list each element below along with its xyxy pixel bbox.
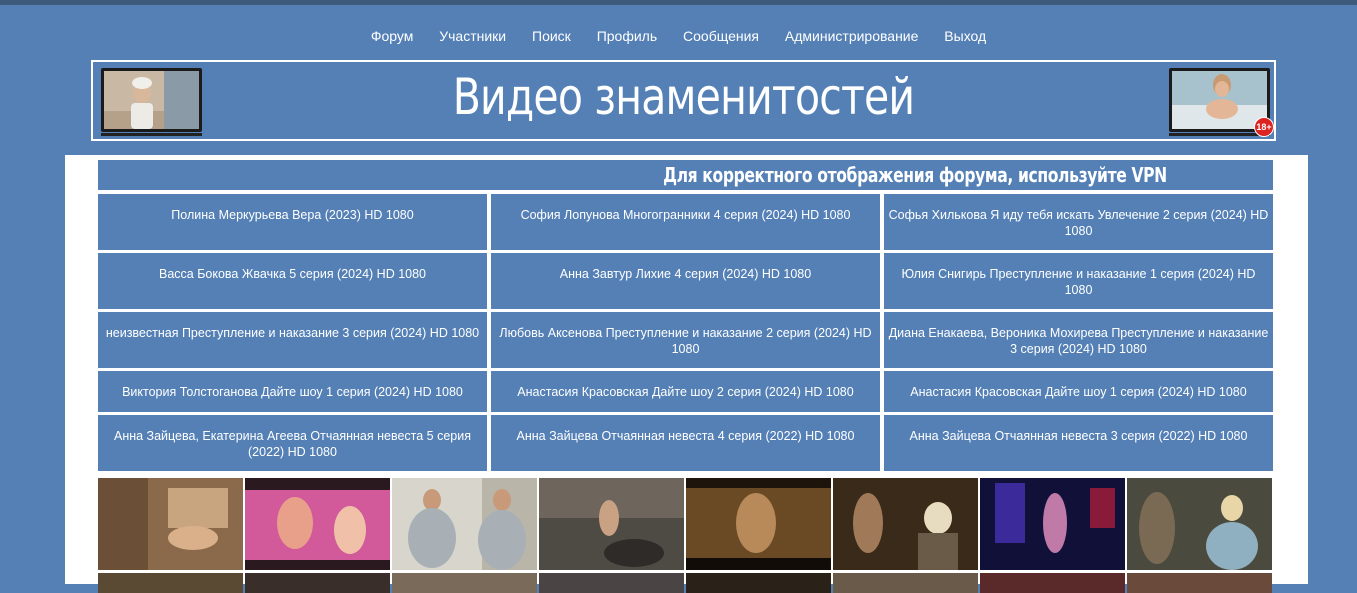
video-thumbnail[interactable] <box>392 573 537 593</box>
topic-link[interactable]: неизвестная Преступление и наказание 3 с… <box>98 312 487 368</box>
topic-link[interactable]: София Лопунова Многогранники 4 серия (20… <box>491 194 880 250</box>
content-area: Для корректного отображения форума, испо… <box>65 155 1308 593</box>
nav-profile[interactable]: Профиль <box>597 28 657 44</box>
video-thumbnail[interactable] <box>833 573 978 593</box>
video-thumbnail[interactable] <box>245 573 390 593</box>
video-thumbnail[interactable] <box>833 478 978 570</box>
video-thumbnail[interactable] <box>539 573 684 593</box>
video-thumbnail[interactable] <box>539 478 684 570</box>
topic-link[interactable]: Полина Меркурьева Вера (2023) HD 1080 <box>98 194 487 250</box>
video-thumbnail[interactable] <box>392 478 537 570</box>
nav-search[interactable]: Поиск <box>532 28 571 44</box>
topic-grid: Полина Меркурьева Вера (2023) HD 1080 Со… <box>98 194 1273 471</box>
site-banner[interactable]: Видео знаменитостей 18+ <box>91 60 1276 141</box>
topic-link[interactable]: Анастасия Красовская Дайте шоу 2 серия (… <box>491 371 880 412</box>
topic-link[interactable]: Анна Завтур Лихие 4 серия (2024) HD 1080 <box>491 253 880 309</box>
video-thumbnail[interactable] <box>1127 573 1272 593</box>
topic-link[interactable]: Анастасия Красовская Дайте шоу 1 серия (… <box>884 371 1273 412</box>
nav-forum[interactable]: Форум <box>371 28 414 44</box>
video-thumbnail[interactable] <box>686 478 831 570</box>
tv-image-left <box>101 68 202 138</box>
topic-link[interactable]: Васса Бокова Жвачка 5 серия (2024) HD 10… <box>98 253 487 309</box>
top-strip <box>0 0 1357 5</box>
nav-admin[interactable]: Администрирование <box>785 28 919 44</box>
main-nav: Форум Участники Поиск Профиль Сообщения … <box>0 28 1357 44</box>
nav-logout[interactable]: Выход <box>944 28 986 44</box>
age-rating-badge: 18+ <box>1254 117 1274 137</box>
video-thumbnail[interactable] <box>98 478 243 570</box>
banner-title: Видео знаменитостей <box>452 68 915 126</box>
vpn-notice: Для корректного отображения форума, испо… <box>663 163 1167 187</box>
tv-image-right: 18+ <box>1169 68 1274 138</box>
video-thumbnail[interactable] <box>1127 478 1272 570</box>
video-thumbnail[interactable] <box>980 573 1125 593</box>
topic-link[interactable]: Анна Зайцева Отчаянная невеста 4 серия (… <box>491 415 880 471</box>
topic-link[interactable]: Софья Хилькова Я иду тебя искать Увлечен… <box>884 194 1273 250</box>
topic-link[interactable]: Анна Зайцева, Екатерина Агеева Отчаянная… <box>98 415 487 471</box>
topic-link[interactable]: Юлия Снигирь Преступление и наказание 1 … <box>884 253 1273 309</box>
thumbnail-strip <box>98 478 1273 593</box>
topic-link[interactable]: Диана Енакаева, Вероника Мохирева Престу… <box>884 312 1273 368</box>
topic-link[interactable]: Любовь Аксенова Преступление и наказание… <box>491 312 880 368</box>
video-thumbnail[interactable] <box>980 478 1125 570</box>
video-thumbnail[interactable] <box>98 573 243 593</box>
video-thumbnail[interactable] <box>245 478 390 570</box>
topic-link[interactable]: Анна Зайцева Отчаянная невеста 3 серия (… <box>884 415 1273 471</box>
notice-bar: Для корректного отображения форума, испо… <box>98 160 1273 190</box>
nav-messages[interactable]: Сообщения <box>683 28 759 44</box>
video-thumbnail[interactable] <box>686 573 831 593</box>
topic-link[interactable]: Виктория Толстоганова Дайте шоу 1 серия … <box>98 371 487 412</box>
nav-members[interactable]: Участники <box>439 28 506 44</box>
